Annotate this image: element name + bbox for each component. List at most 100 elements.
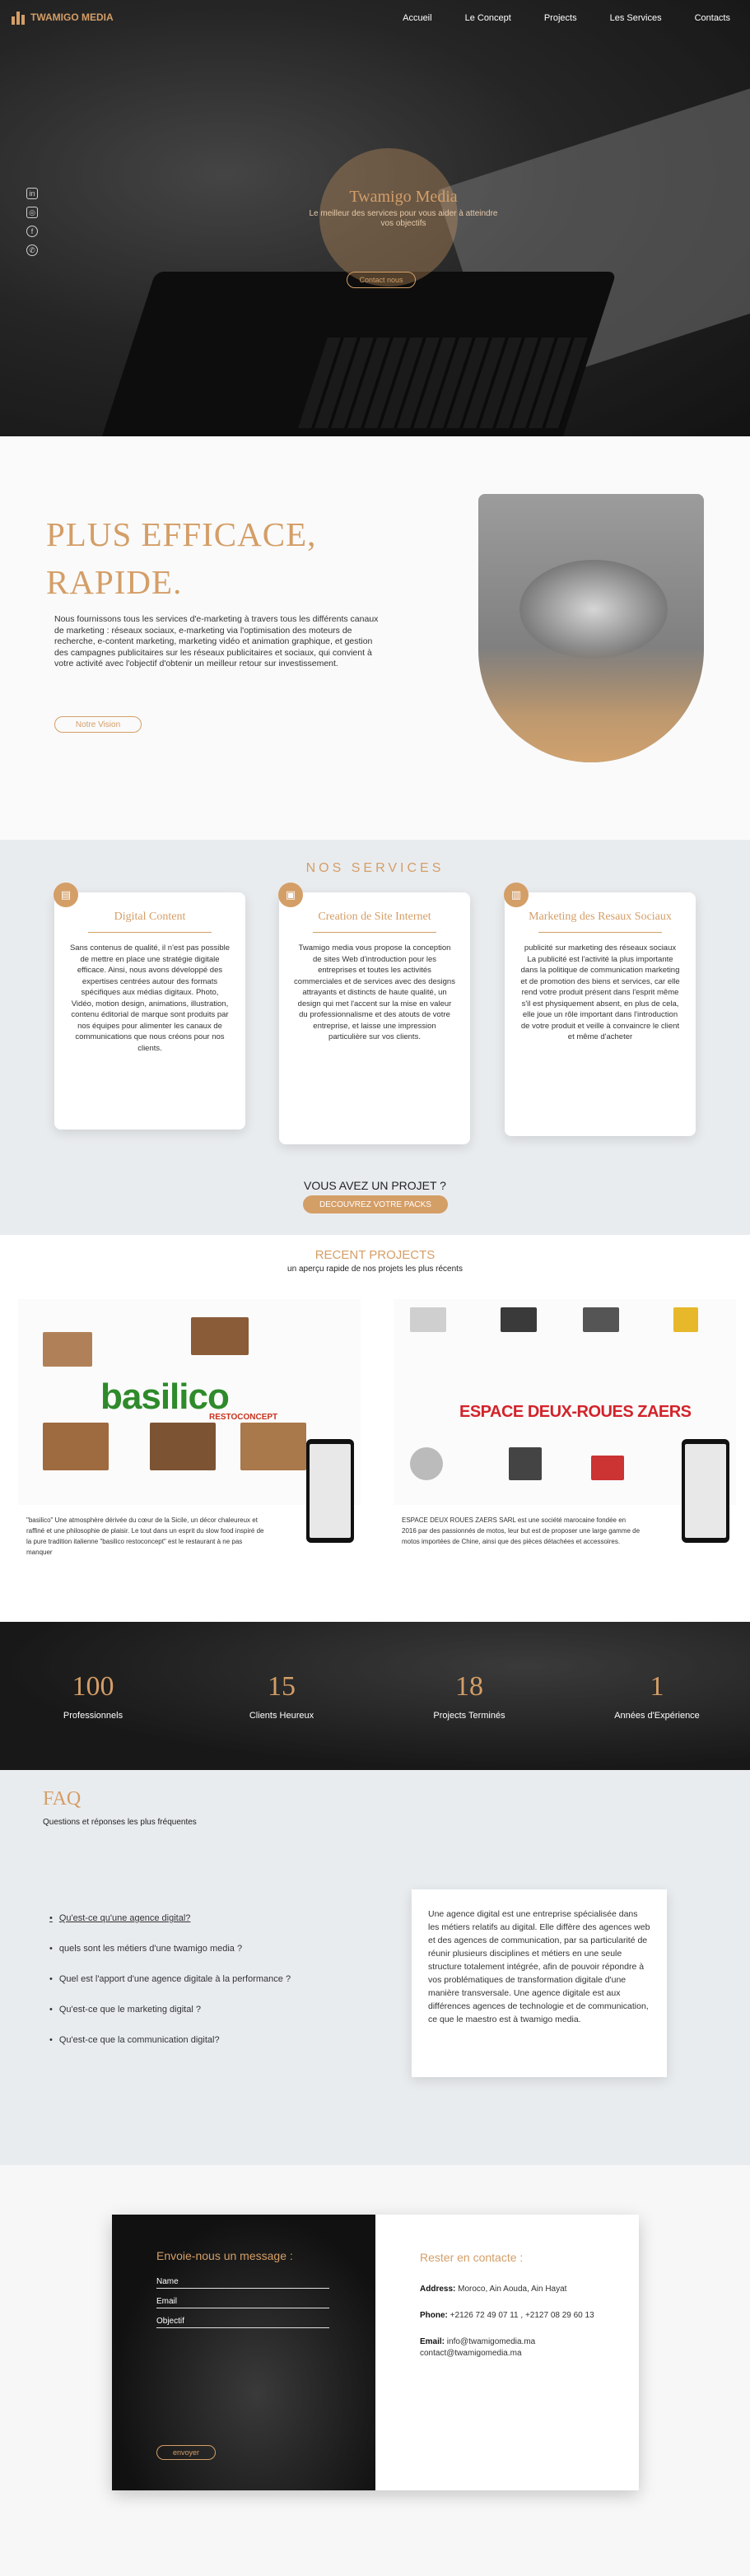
stat-value: 15 bbox=[268, 1671, 296, 1702]
stat-label: Projects Terminés bbox=[433, 1711, 505, 1721]
page: TWAMIGO MEDIA Accueil Le Concept Project… bbox=[0, 0, 750, 2576]
email-label: Email: bbox=[420, 2337, 445, 2346]
service-card: ▣ Creation de Site Internet Twamigo medi… bbox=[278, 883, 470, 1144]
address-label: Address: bbox=[420, 2285, 456, 2294]
faq-list: Qu'est-ce qu'une agence digital? quels s… bbox=[49, 1913, 291, 2066]
phone-value: +2126 72 49 07 11 , +2127 08 29 60 13 bbox=[450, 2311, 594, 2320]
brand-logo[interactable]: TWAMIGO MEDIA bbox=[12, 10, 114, 25]
project-logo: basilico bbox=[100, 1377, 230, 1417]
project-description: ESPACE DEUX ROUES ZAERS SARL est une soc… bbox=[402, 1516, 641, 1545]
hero-section: TWAMIGO MEDIA Accueil Le Concept Project… bbox=[0, 0, 750, 436]
service-card: ▤ Digital Content Sans contenus de quali… bbox=[54, 883, 245, 1130]
contact-info: Rester en contacte : Address: Moroco, Ai… bbox=[375, 2215, 639, 2490]
image-tint bbox=[478, 647, 704, 762]
project-mockup: ESPACE DEUX-ROUES ZAERS bbox=[394, 1299, 736, 1543]
nav-projects[interactable]: Projects bbox=[544, 13, 577, 23]
linkedin-icon[interactable]: in bbox=[26, 188, 38, 199]
chart-icon: ▥ bbox=[504, 883, 529, 907]
faq-question[interactable]: Qu'est-ce que la communication digital? bbox=[49, 2035, 291, 2045]
faq-question[interactable]: Qu'est-ce que le marketing digital ? bbox=[49, 2005, 291, 2015]
main-nav: Accueil Le Concept Projects Les Services… bbox=[403, 13, 730, 23]
packs-button[interactable]: DECOUVREZ VOTRE PACKS bbox=[303, 1195, 448, 1213]
facebook-icon[interactable]: f bbox=[26, 226, 38, 237]
product-thumb bbox=[501, 1307, 537, 1332]
faq-question[interactable]: Quel est l'apport d'une agence digitale … bbox=[49, 1974, 291, 1984]
project-card-basilico[interactable]: basilico RESTOCONCEPT "basilico" Une atm… bbox=[18, 1299, 361, 1556]
stat-value: 18 bbox=[455, 1671, 483, 1702]
product-thumb bbox=[673, 1307, 698, 1332]
phone-screen bbox=[310, 1444, 351, 1538]
email-field[interactable]: Email bbox=[156, 2297, 329, 2308]
phone-screen bbox=[685, 1444, 726, 1538]
phone-row: Phone: +2126 72 49 07 11 , +2127 08 29 6… bbox=[420, 2310, 594, 2322]
stat-value: 100 bbox=[72, 1671, 114, 1702]
stats-section: 100 Professionnels 15 Clients Heureux 18… bbox=[0, 1622, 750, 1770]
objectif-field[interactable]: Objectif bbox=[156, 2317, 329, 2328]
project-mockup: basilico RESTOCONCEPT bbox=[18, 1299, 361, 1543]
hero-title: Twamigo Media bbox=[349, 188, 458, 206]
contact-button[interactable]: Contact nous bbox=[347, 272, 416, 288]
contact-section: Envoie-nous un message : Name Email Obje… bbox=[0, 2165, 750, 2576]
faq-answer: Une agence digital est une entreprise sp… bbox=[412, 1889, 667, 2077]
faq-question[interactable]: quels sont les métiers d'une twamigo med… bbox=[49, 1944, 291, 1954]
brand-name: TWAMIGO MEDIA bbox=[30, 12, 114, 23]
recent-projects-section: RECENT PROJECTS un aperçu rapide de nos … bbox=[0, 1235, 750, 1622]
name-field[interactable]: Name bbox=[156, 2277, 329, 2289]
product-thumb bbox=[410, 1447, 443, 1480]
email-value[interactable]: info@twamigomedia.ma bbox=[447, 2337, 535, 2346]
recent-title: RECENT PROJECTS bbox=[314, 1248, 436, 1262]
services-section: NOS SERVICES ▤ Digital Content Sans cont… bbox=[0, 840, 750, 1235]
divider bbox=[538, 932, 662, 933]
photo-thumb bbox=[43, 1423, 109, 1470]
email-row: Email: info@twamigomedia.ma contact@twam… bbox=[420, 2336, 594, 2359]
stat-label: Clients Heureux bbox=[249, 1711, 314, 1721]
phone-mockup bbox=[306, 1439, 354, 1543]
instagram-icon[interactable]: ◎ bbox=[26, 207, 38, 218]
project-card-espace-deux-roues[interactable]: ESPACE DEUX-ROUES ZAERS ESPACE DEUX ROUE… bbox=[394, 1299, 736, 1546]
nav-contacts[interactable]: Contacts bbox=[695, 13, 730, 23]
photo-thumb bbox=[191, 1317, 249, 1355]
address-value: Moroco, Ain Aouda, Ain Hayat bbox=[458, 2285, 567, 2294]
product-thumb bbox=[591, 1456, 624, 1480]
contact-box: Envoie-nous un message : Name Email Obje… bbox=[112, 2215, 639, 2490]
product-thumb bbox=[509, 1447, 542, 1480]
project-question: VOUS AVEZ UN PROJET ? bbox=[304, 1179, 446, 1192]
stat-experience: 1 Années d'Expérience bbox=[591, 1671, 723, 1721]
handshake-image bbox=[478, 494, 704, 762]
social-links: in ◎ f ✆ bbox=[26, 188, 38, 256]
photo-thumb bbox=[240, 1423, 306, 1470]
divider bbox=[313, 932, 436, 933]
stat-professionnels: 100 Professionnels bbox=[27, 1671, 159, 1721]
faq-subtitle: Questions et réponses les plus fréquente… bbox=[43, 1818, 197, 1827]
stat-projects: 18 Projects Terminés bbox=[403, 1671, 535, 1721]
faq-title: FAQ bbox=[43, 1788, 82, 1810]
nav-accueil[interactable]: Accueil bbox=[403, 13, 431, 23]
stat-value: 1 bbox=[650, 1671, 664, 1702]
hero-subtitle: Le meilleur des services pour vous aider… bbox=[309, 209, 498, 228]
project-logo: ESPACE DEUX-ROUES ZAERS bbox=[459, 1403, 692, 1421]
photo-thumb bbox=[150, 1423, 216, 1470]
vision-button[interactable]: Notre Vision bbox=[54, 716, 142, 733]
about-section: PLUS EFFICACE, RAPIDE. Nous fournissons … bbox=[0, 436, 750, 840]
product-thumb bbox=[583, 1307, 619, 1332]
photo-thumb bbox=[43, 1332, 92, 1367]
send-button[interactable]: envoyer bbox=[156, 2445, 216, 2460]
service-text: Twamigo media vous propose la conception… bbox=[294, 943, 455, 1041]
phone-mockup bbox=[682, 1439, 729, 1543]
whatsapp-icon[interactable]: ✆ bbox=[26, 245, 38, 256]
stat-clients: 15 Clients Heureux bbox=[216, 1671, 347, 1721]
about-heading: PLUS EFFICACE, RAPIDE. bbox=[46, 515, 317, 601]
nav-concept[interactable]: Le Concept bbox=[465, 13, 511, 23]
stat-label: Professionnels bbox=[63, 1711, 123, 1721]
hands-shape bbox=[519, 560, 668, 659]
website-icon: ▣ bbox=[278, 883, 303, 907]
nav-services[interactable]: Les Services bbox=[610, 13, 662, 23]
email-value[interactable]: contact@twamigomedia.ma bbox=[420, 2349, 522, 2358]
about-text: Nous fournissons tous les services d'e-m… bbox=[54, 614, 379, 668]
recent-subtitle: un aperçu rapide de nos projets les plus… bbox=[287, 1265, 463, 1274]
stat-label: Années d'Expérience bbox=[614, 1711, 700, 1721]
service-text: publicité sur marketing des réseaux soci… bbox=[520, 943, 680, 1041]
faq-question[interactable]: Qu'est-ce qu'une agence digital? bbox=[49, 1913, 291, 1923]
logo-icon bbox=[12, 10, 26, 25]
phone-label: Phone: bbox=[420, 2311, 448, 2320]
